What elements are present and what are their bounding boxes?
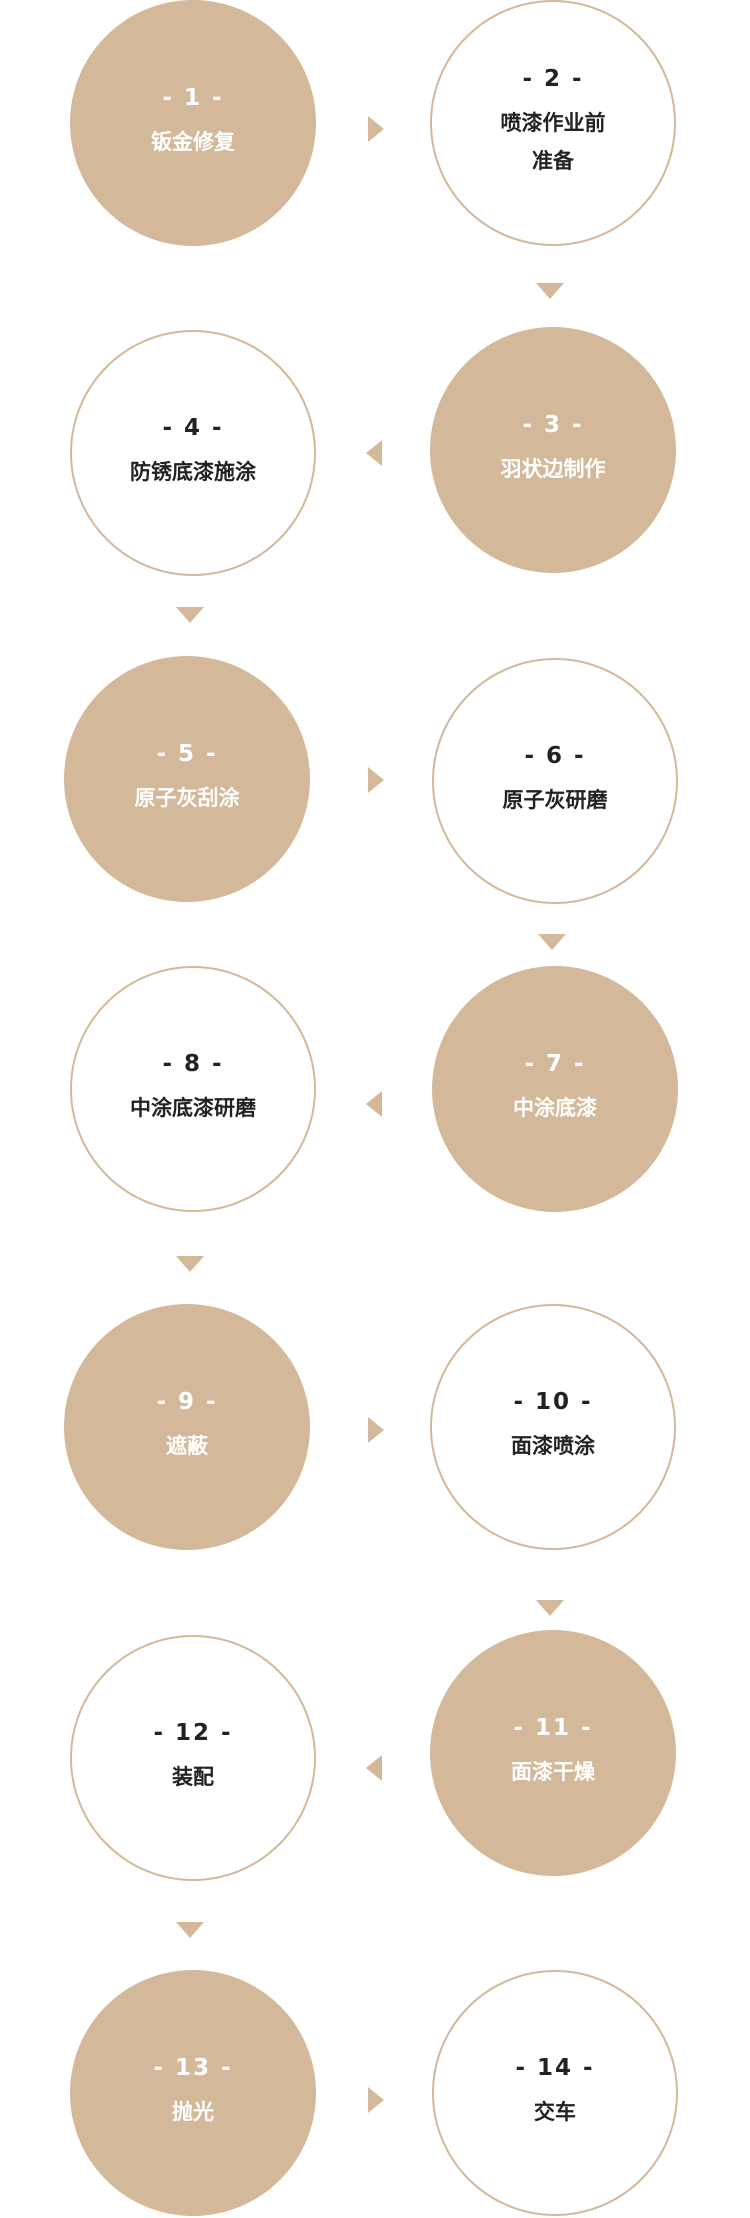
step-title: 中涂底漆 [513,1096,597,1120]
step-number: - 8 - [162,1051,224,1077]
step-3: - 3 - 羽状边制作 [430,327,676,573]
arrow-down-icon [176,607,204,623]
arrow-down-icon [536,1600,564,1616]
step-title: 钣金修复 [151,130,235,154]
arrow-left-icon [366,1091,382,1117]
step-13: - 13 - 抛光 [70,1970,316,2216]
step-number: - 11 - [513,1715,593,1741]
step-number: - 10 - [513,1389,593,1415]
arrow-right-icon [368,116,384,142]
arrow-down-icon [176,1922,204,1938]
step-1: - 1 - 钣金修复 [70,0,316,246]
arrow-right-icon [368,767,384,793]
step-number: - 2 - [522,66,584,92]
step-title: 面漆喷涂 [511,1434,595,1458]
step-title: 面漆干燥 [511,1760,595,1784]
step-title: 抛光 [172,2100,214,2124]
step-4: - 4 - 防锈底漆施涂 [70,330,316,576]
step-5: - 5 - 原子灰刮涂 [64,656,310,902]
step-number: - 1 - [162,85,224,111]
step-number: - 13 - [153,2055,233,2081]
step-number: - 7 - [524,1051,586,1077]
step-number: - 6 - [524,743,586,769]
arrow-down-icon [538,934,566,950]
arrow-down-icon [536,283,564,299]
step-6: - 6 - 原子灰研磨 [432,658,678,904]
step-title: 遮蔽 [166,1434,208,1458]
arrow-down-icon [176,1256,204,1272]
step-number: - 9 - [156,1389,218,1415]
step-number: - 4 - [162,415,224,441]
step-number: - 3 - [522,412,584,438]
step-14: - 14 - 交车 [432,1970,678,2216]
step-number: - 5 - [156,741,218,767]
step-title: 原子灰研磨 [502,788,608,812]
step-title: 中涂底漆研磨 [130,1096,256,1120]
step-title: 喷漆作业前 准备 [500,111,606,173]
step-title: 原子灰刮涂 [134,786,240,810]
arrow-left-icon [366,1755,382,1781]
step-10: - 10 - 面漆喷涂 [430,1304,676,1550]
step-title: 防锈底漆施涂 [130,460,256,484]
step-12: - 12 - 装配 [70,1635,316,1881]
step-7: - 7 - 中涂底漆 [432,966,678,1212]
step-title: 交车 [534,2100,576,2124]
arrow-right-icon [368,2087,384,2113]
step-number: - 12 - [153,1720,233,1746]
step-title: 羽状边制作 [500,457,606,481]
step-9: - 9 - 遮蔽 [64,1304,310,1550]
step-title: 装配 [172,1765,214,1789]
step-2: - 2 - 喷漆作业前 准备 [430,0,676,246]
arrow-right-icon [368,1417,384,1443]
step-number: - 14 - [515,2055,595,2081]
step-8: - 8 - 中涂底漆研磨 [70,966,316,1212]
arrow-left-icon [366,440,382,466]
step-11: - 11 - 面漆干燥 [430,1630,676,1876]
